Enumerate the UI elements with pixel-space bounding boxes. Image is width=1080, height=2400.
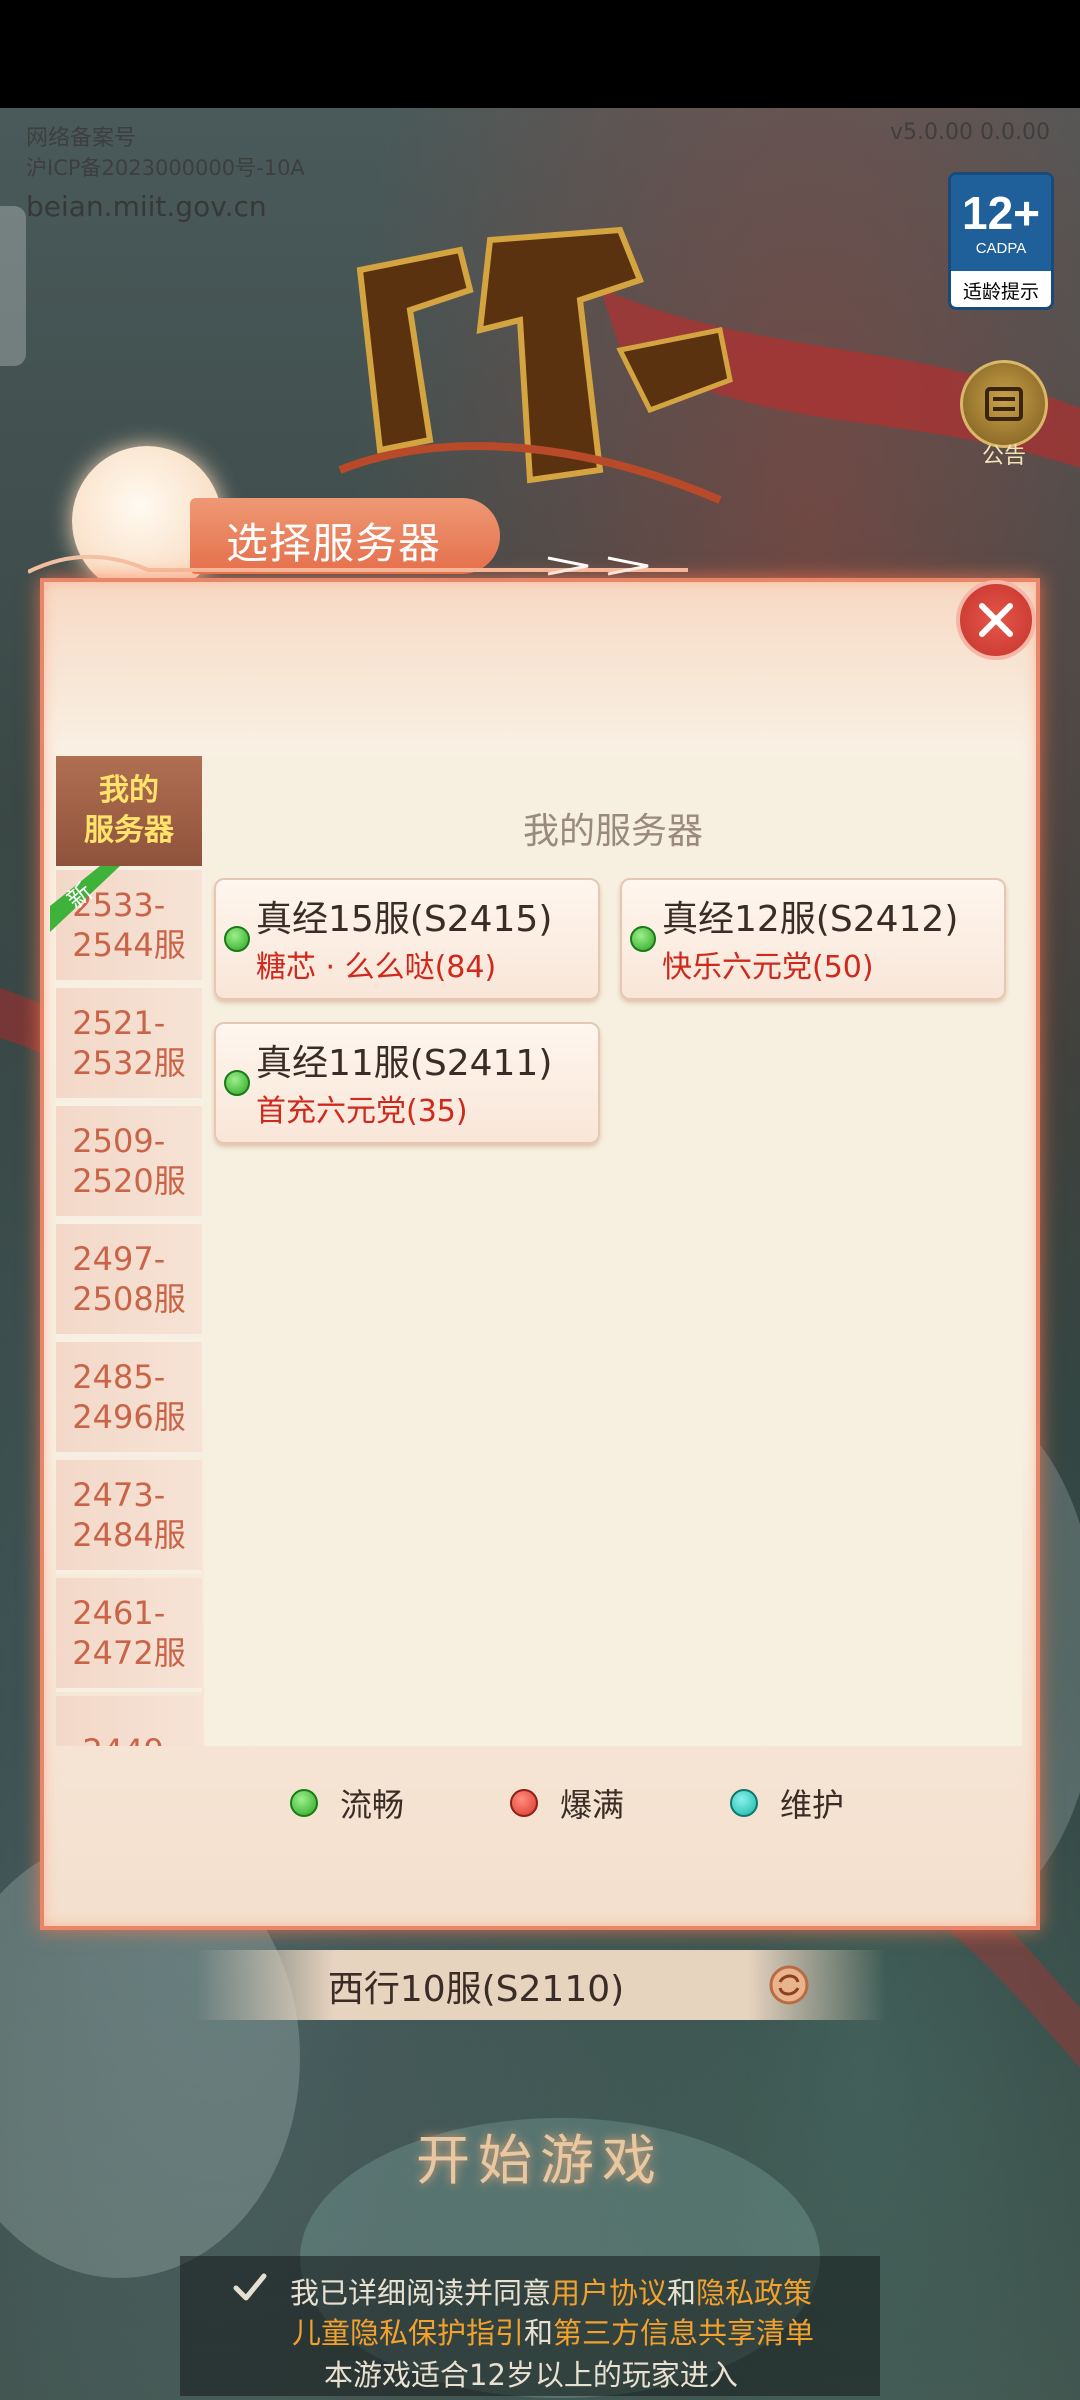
game-logo: [338, 226, 733, 504]
status-dot-smooth: [224, 1070, 250, 1096]
third-party-list-link[interactable]: 第三方信息共享清单: [553, 2316, 814, 2350]
sidebar-item-label: 2473- 2484服: [72, 1476, 186, 1554]
notice-button[interactable]: 公告: [956, 360, 1052, 470]
legend-dot-maintenance: [730, 1789, 758, 1817]
icp-number: 沪ICP备2023000000号-10A: [26, 156, 305, 180]
server-name: 真经11服(S2411): [256, 1043, 553, 1084]
notice-label: 公告: [981, 444, 1026, 469]
server-role: 首充六元党(35): [256, 1094, 468, 1129]
sidebar-item-label: 2449-: [83, 1731, 176, 1746]
sidebar-item-my-servers[interactable]: 我的 服务器: [56, 756, 202, 870]
new-tag: 新: [50, 866, 120, 932]
sidebar-item-2461-2472[interactable]: 2461- 2472服: [56, 1578, 202, 1692]
age-rating-number: 12+: [961, 186, 1041, 239]
sidebar-item-label: 2497- 2508服: [72, 1240, 186, 1318]
sidebar-item-2509-2520[interactable]: 2509- 2520服: [56, 1106, 202, 1220]
version-text: v5.0.00 0.0.00: [890, 120, 1050, 145]
current-server-name: 西行10服(S2110): [327, 1969, 625, 2010]
server-card[interactable]: 真经11服(S2411) 首充六元党(35): [214, 1022, 600, 1144]
legend-label: 流畅: [340, 1786, 405, 1824]
agreement-line-2: 儿童隐私保护指引和第三方信息共享清单: [292, 2310, 814, 2352]
server-name: 真经12服(S2412): [662, 899, 959, 940]
legend-label: 维护: [780, 1786, 845, 1824]
legend-item-smooth: 流畅: [290, 1780, 404, 1826]
icp-label: 网络备案号: [26, 126, 137, 151]
server-name: 真经15服(S2415): [256, 899, 553, 940]
server-role: 快乐六元党(50): [662, 950, 874, 985]
sidebar-item-2521-2532[interactable]: 2521- 2532服: [56, 988, 202, 1102]
user-agreement-link[interactable]: 用户协议: [551, 2276, 667, 2310]
sidebar-item-label: 2521- 2532服: [72, 1004, 186, 1082]
sidebar-item-2485-2496[interactable]: 2485- 2496服: [56, 1342, 202, 1456]
age-rating-org: CADPA: [975, 239, 1027, 257]
close-button[interactable]: [956, 580, 1036, 660]
sidebar-item-label: 2509- 2520服: [72, 1122, 186, 1200]
switch-server-icon: [769, 1965, 809, 2005]
age-rating-badge[interactable]: 12+ CADPA 适龄提示: [948, 172, 1054, 310]
agree-checkbox[interactable]: [230, 2268, 270, 2308]
status-bar: [0, 0, 1080, 108]
current-server-selector[interactable]: 西行10服(S2110): [196, 1950, 886, 2020]
sidebar-item-2497-2508[interactable]: 2497- 2508服: [56, 1224, 202, 1338]
legend-item-full: 爆满: [510, 1780, 624, 1826]
legend-dot-full: [510, 1789, 538, 1817]
age-rating-top: 12+ CADPA: [951, 175, 1051, 271]
side-drawer-handle[interactable]: [0, 206, 26, 366]
server-card[interactable]: 真经12服(S2412) 快乐六元党(50): [620, 878, 1006, 1000]
agreement-and: 和: [667, 2276, 697, 2310]
sidebar-item-2473-2484[interactable]: 2473- 2484服: [56, 1460, 202, 1574]
content-title: 我的服务器: [522, 811, 703, 852]
agreement-line-1: 我已详细阅读并同意用户协议和隐私政策: [290, 2270, 812, 2312]
sidebar-item-label: 2485- 2496服: [72, 1358, 186, 1436]
agreement-prefix: 我已详细阅读并同意: [290, 2276, 552, 2310]
start-game-label: 开始游戏: [416, 2129, 664, 2192]
start-game-button[interactable]: 开始游戏: [340, 2090, 740, 2210]
server-card[interactable]: 真经15服(S2415) 糖芯 · 么么哒(84): [214, 878, 600, 1000]
legend-item-maintenance: 维护: [730, 1780, 844, 1826]
legend-label: 爆满: [560, 1786, 625, 1824]
sidebar-item-label: 我的 服务器: [84, 773, 174, 848]
child-privacy-link[interactable]: 儿童隐私保护指引: [292, 2316, 524, 2350]
sidebar-item-label: 2461- 2472服: [72, 1594, 186, 1672]
status-legend: 流畅 爆满 维护: [40, 1780, 1040, 1840]
status-dot-smooth: [630, 926, 656, 952]
notice-icon: [960, 360, 1048, 448]
privacy-policy-link[interactable]: 隐私政策: [696, 2276, 812, 2310]
server-role: 糖芯 · 么么哒(84): [256, 950, 497, 985]
agreement-and-2: 和: [524, 2316, 554, 2350]
close-icon: [979, 603, 1013, 637]
legend-dot-smooth: [290, 1789, 318, 1817]
server-list-area: 我的服务器 真经15服(S2415) 糖芯 · 么么哒(84) 真经12服(S2…: [204, 758, 1022, 1746]
age-suitability-text: 本游戏适合12岁以上的玩家进入: [324, 2358, 738, 2392]
age-rating-label: 适龄提示: [962, 281, 1039, 303]
status-dot-smooth: [224, 926, 250, 952]
sidebar-item-2449[interactable]: 2449-: [56, 1696, 202, 1746]
icp-link[interactable]: beian.miit.gov.cn: [26, 190, 267, 223]
